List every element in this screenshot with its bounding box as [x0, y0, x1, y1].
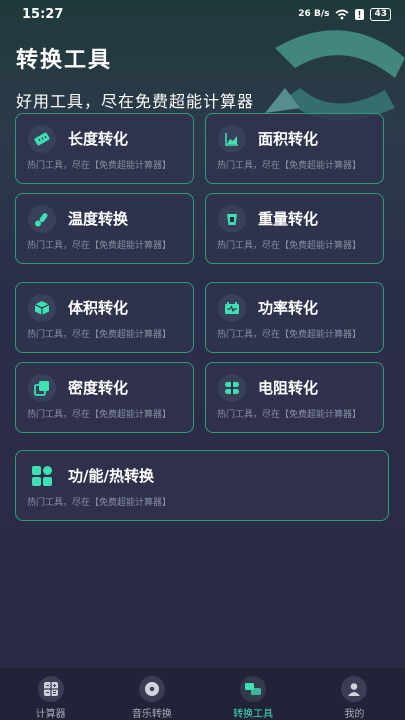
music-disc-icon	[138, 676, 165, 702]
tool-title: 功/能/热转换	[68, 467, 154, 485]
user-icon	[341, 676, 368, 702]
tool-card-weight[interactable]: 重量转化 热门工具，尽在【免费超能计算器】	[205, 193, 384, 264]
nav-item-convert-tools[interactable]: 转换工具	[213, 676, 293, 720]
tool-desc: 热门工具，尽在【免费超能计算器】	[217, 330, 362, 340]
resistor-icon	[218, 374, 246, 402]
page-subtitle: 好用工具，尽在免费超能计算器	[16, 92, 255, 111]
tool-desc: 热门工具，尽在【免费超能计算器】	[27, 330, 172, 340]
tool-card-length[interactable]: 长度转化 热门工具，尽在【免费超能计算器】	[15, 113, 194, 184]
tool-desc: 热门工具，尽在【免费超能计算器】	[217, 161, 362, 171]
bottom-nav: 计算器 音乐转换 转换工具 我的	[0, 668, 405, 720]
tool-title: 电阻转化	[258, 379, 319, 397]
nav-label: 计算器	[35, 709, 66, 720]
tool-desc: 热门工具，尽在【免费超能计算器】	[217, 410, 362, 420]
page-header: 转换工具 好用工具，尽在免费超能计算器	[16, 42, 254, 112]
tool-desc: 热门工具，尽在【免费超能计算器】	[27, 498, 172, 508]
nav-label: 音乐转换	[131, 709, 172, 720]
nav-item-profile[interactable]: 我的	[314, 676, 394, 720]
page-title: 转换工具	[16, 48, 113, 73]
cube-icon	[28, 294, 56, 322]
ruler-icon	[28, 125, 56, 153]
tool-card-resistance[interactable]: 电阻转化 热门工具，尽在【免费超能计算器】	[205, 362, 384, 433]
tool-card-volume[interactable]: 体积转化 热门工具，尽在【免费超能计算器】	[15, 282, 194, 353]
grid-apps-icon	[28, 462, 56, 490]
tool-desc: 热门工具，尽在【免费超能计算器】	[27, 410, 172, 420]
tool-card-power[interactable]: 功率转化 热门工具，尽在【免费超能计算器】	[205, 282, 384, 353]
battery-power-icon	[218, 294, 246, 322]
thermometer-icon	[28, 205, 56, 233]
tool-title: 温度转换	[68, 210, 129, 228]
nav-label: 我的	[344, 709, 365, 720]
tool-card-energy-heat[interactable]: 功/能/热转换 热门工具，尽在【免费超能计算器】	[15, 450, 389, 521]
tool-desc: 热门工具，尽在【免费超能计算器】	[27, 161, 172, 171]
tool-title: 功率转化	[258, 299, 319, 317]
tool-card-density[interactable]: 密度转化 热门工具，尽在【免费超能计算器】	[15, 362, 194, 433]
tool-desc: 热门工具，尽在【免费超能计算器】	[27, 241, 172, 251]
tool-title: 重量转化	[258, 210, 319, 228]
nav-item-calculator[interactable]: 计算器	[11, 676, 91, 720]
tool-desc: 热门工具，尽在【免费超能计算器】	[217, 241, 362, 251]
nav-label: 转换工具	[233, 709, 274, 720]
tool-card-area[interactable]: 面积转化 热门工具，尽在【免费超能计算器】	[205, 113, 384, 184]
area-chart-icon	[218, 125, 246, 153]
density-icon	[28, 374, 56, 402]
tool-card-temperature[interactable]: 温度转换 热门工具，尽在【免费超能计算器】	[15, 193, 194, 264]
status-time: 15:27	[22, 6, 64, 22]
nav-item-music-convert[interactable]: 音乐转换	[112, 676, 192, 720]
tool-title: 体积转化	[68, 299, 129, 317]
tool-title: 密度转化	[68, 379, 129, 397]
tool-title: 长度转化	[68, 130, 129, 148]
weight-icon	[218, 205, 246, 233]
convert-icon	[240, 676, 267, 702]
calculator-icon	[37, 676, 64, 702]
tool-title: 面积转化	[258, 130, 319, 148]
